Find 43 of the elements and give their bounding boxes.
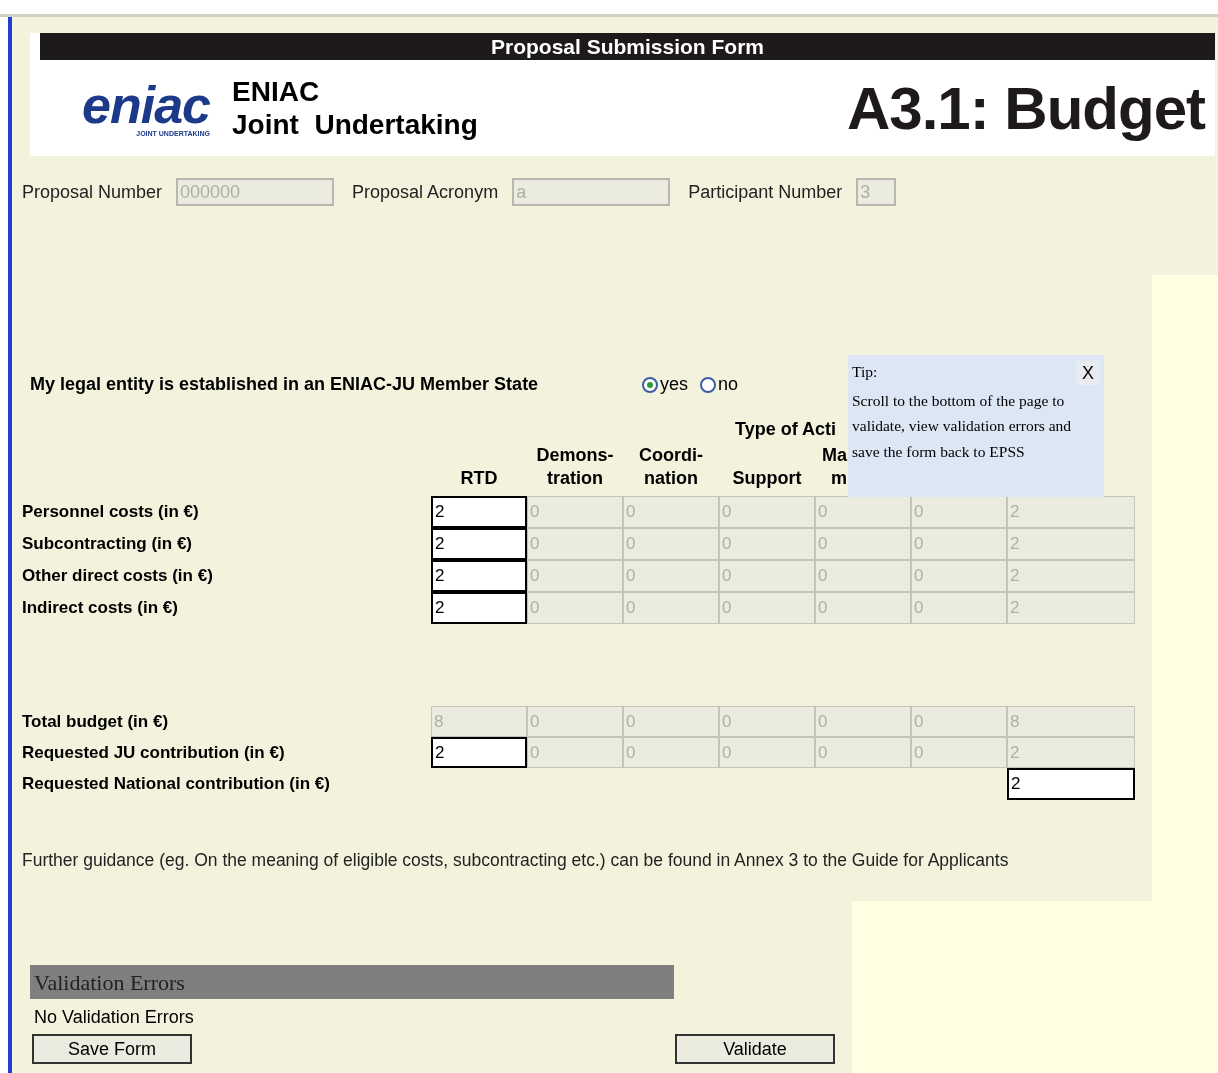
amount-field[interactable]: 2 — [1007, 768, 1135, 800]
column-header: Demons- tration — [535, 444, 615, 490]
column-header: Coordi- nation — [638, 444, 704, 490]
form-title-bar: Proposal Submission Form — [40, 33, 1215, 60]
amount-field[interactable]: 2 — [431, 592, 527, 624]
validate-button[interactable]: Validate — [675, 1034, 835, 1064]
text-field[interactable]: 000000 — [176, 178, 335, 206]
validation-message: No Validation Errors — [34, 1007, 195, 1028]
guidance-text: Further guidance (eg. On the meaning of eligible costs, subcontracting etc.) can be found in Annex 3 to the Guide for Applicants — [22, 850, 1010, 871]
row-label: Personnel costs (in €) — [22, 502, 200, 522]
save-button[interactable]: Save Form — [32, 1034, 192, 1064]
row-label: Requested National contribution (in €) — [22, 774, 331, 794]
validation-header: Validation Errors — [30, 965, 674, 999]
radio-label: no — [718, 374, 739, 395]
row-label: Total budget (in €) — [22, 711, 170, 732]
column-header: RTD — [459, 467, 499, 490]
text-field[interactable]: a — [512, 178, 671, 206]
tip-title: Tip: — [852, 362, 878, 382]
text-field[interactable]: 3 — [856, 178, 897, 206]
org-name: ENIAC — [232, 75, 321, 108]
amount-field[interactable]: 2 — [431, 496, 527, 528]
column-header: Support — [731, 467, 803, 490]
radio-button[interactable] — [642, 376, 658, 393]
row-label: Indirect costs (in €) — [22, 598, 179, 618]
radio-button[interactable] — [700, 376, 716, 393]
question-text: My legal entity is established in an ENIAC-JU Member State — [30, 374, 540, 395]
row-label: Other direct costs (in €) — [22, 566, 214, 586]
page-title: A3.1: Budget — [846, 73, 1205, 143]
column-header: Ma m — [821, 444, 847, 490]
field-label: Proposal Acronym — [352, 181, 499, 203]
amount-field[interactable]: 2 — [431, 737, 527, 768]
logo-text: eniac — [82, 79, 210, 130]
amount-field[interactable]: 2 — [431, 560, 527, 592]
section-heading: Type of Acti — [735, 419, 836, 440]
org-name: Joint Undertaking — [232, 108, 478, 141]
close-button[interactable]: X — [1076, 361, 1100, 385]
amount-field[interactable]: 2 — [431, 528, 527, 560]
tip-text: Scroll to the bottom of the page to validate, view validation errors and save the form back to EPSS — [852, 390, 1073, 462]
row-label: Requested JU contribution (in €) — [22, 742, 286, 763]
field-label: Participant Number — [688, 181, 843, 203]
field-label: Proposal Number — [22, 181, 163, 203]
row-label: Subcontracting (in €) — [22, 534, 193, 554]
radio-label: yes — [660, 374, 688, 395]
